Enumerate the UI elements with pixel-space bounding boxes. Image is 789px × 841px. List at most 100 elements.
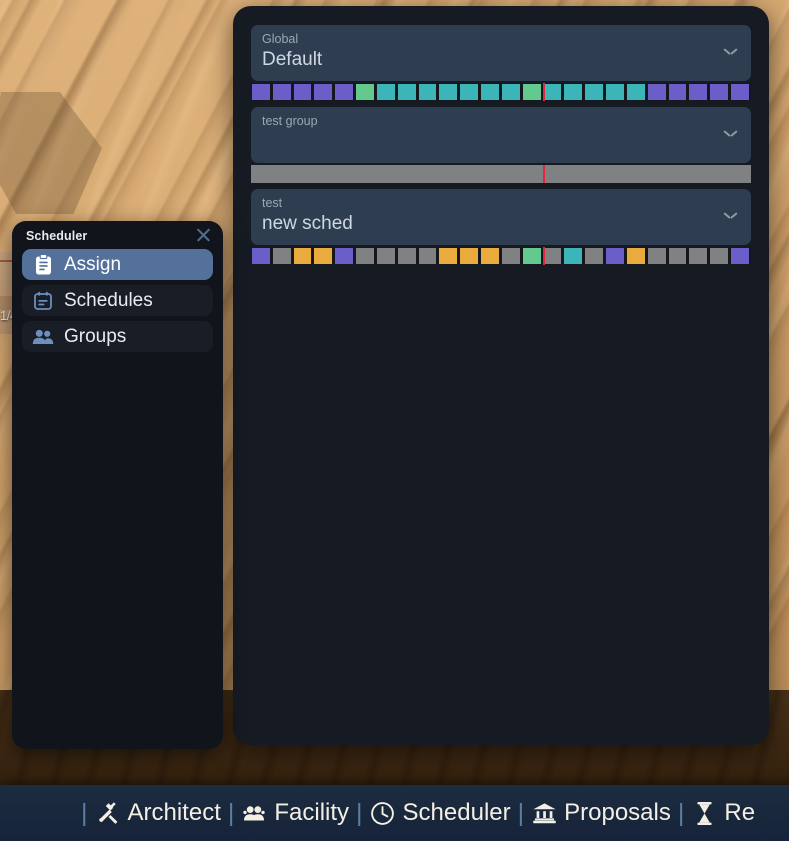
schedule-cell[interactable]	[271, 247, 292, 265]
taskbar-label: Scheduler	[402, 799, 511, 826]
schedule-cell[interactable]	[251, 83, 271, 101]
menu-item-label: Assign	[64, 253, 122, 275]
taskbar-item-scheduler[interactable]: Scheduler	[370, 800, 511, 826]
schedule-cell[interactable]	[521, 247, 542, 265]
taskbar-label: Facility	[274, 799, 350, 826]
schedule-cell[interactable]	[584, 247, 605, 265]
schedule-strip-test-group[interactable]	[251, 165, 751, 183]
schedule-cell[interactable]	[500, 247, 521, 265]
schedule-cell[interactable]	[563, 247, 584, 265]
chevron-down-icon[interactable]	[724, 129, 737, 137]
scheduler-window: Scheduler Assign Schedules Groups	[12, 221, 223, 749]
schedule-cell[interactable]	[667, 83, 688, 101]
schedule-cell[interactable]	[646, 83, 667, 101]
schedule-selector-test-group[interactable]: test group	[251, 107, 751, 163]
schedule-cell[interactable]	[584, 83, 605, 101]
taskbar-label: Proposals	[564, 799, 671, 826]
calendar-icon	[30, 289, 56, 313]
schedule-row: Global Default	[251, 25, 751, 101]
bank-icon	[531, 800, 557, 826]
menu-item-assign[interactable]: Assign	[22, 249, 213, 280]
taskbar-item-research[interactable]: Re	[691, 800, 755, 826]
bottom-taskbar: | Architect | Facility | Scheduler | Pro…	[0, 785, 789, 841]
schedule-cell[interactable]	[730, 83, 750, 101]
taskbar-label: Architect	[127, 799, 221, 826]
assign-panel: Global Default test group test new sched	[233, 6, 769, 745]
schedule-cell[interactable]	[480, 247, 500, 265]
taskbar-separator: |	[227, 798, 235, 827]
people-icon	[30, 325, 56, 349]
schedule-cell[interactable]	[480, 83, 500, 101]
schedule-cell[interactable]	[500, 83, 521, 101]
schedule-cell[interactable]	[313, 83, 334, 101]
schedule-cell[interactable]	[667, 247, 688, 265]
schedule-row: test new sched	[251, 189, 751, 265]
schedule-cell[interactable]	[355, 247, 375, 265]
schedule-selector-global[interactable]: Global Default	[251, 25, 751, 81]
schedule-cell[interactable]	[396, 247, 417, 265]
screen: 1/4 Global Default test group test new s…	[0, 0, 789, 841]
taskbar-separator: |	[517, 798, 525, 827]
schedule-cell[interactable]	[438, 247, 459, 265]
close-icon[interactable]	[195, 226, 212, 243]
menu-item-label: Schedules	[64, 289, 153, 311]
schedule-cell[interactable]	[542, 247, 563, 265]
taskbar-item-facility[interactable]: Facility	[241, 800, 349, 826]
taskbar-item-architect[interactable]: Architect	[95, 800, 221, 826]
taskbar-separator: |	[356, 798, 363, 827]
playhead-marker	[542, 165, 545, 183]
schedule-cell[interactable]	[292, 247, 313, 265]
people-icon	[241, 800, 267, 826]
chevron-down-icon[interactable]	[724, 211, 737, 219]
group-label: Global	[262, 32, 299, 46]
schedule-cell[interactable]	[313, 247, 334, 265]
schedule-cell[interactable]	[251, 247, 271, 265]
taskbar-label: Re	[724, 799, 756, 826]
schedule-cell[interactable]	[292, 83, 313, 101]
schedule-cell[interactable]	[563, 83, 584, 101]
schedule-cell[interactable]	[709, 83, 730, 101]
schedule-name: new sched	[262, 213, 353, 234]
schedule-cell[interactable]	[730, 247, 750, 265]
schedule-cell[interactable]	[417, 247, 438, 265]
schedule-cell[interactable]	[355, 83, 375, 101]
schedule-cell[interactable]	[438, 83, 459, 101]
schedule-cell[interactable]	[688, 247, 709, 265]
schedule-cell[interactable]	[375, 247, 396, 265]
schedule-cell[interactable]	[396, 83, 417, 101]
schedule-cell[interactable]	[646, 247, 667, 265]
schedule-strip-global[interactable]	[251, 83, 751, 101]
schedule-cell[interactable]	[459, 247, 480, 265]
schedule-cell[interactable]	[417, 83, 438, 101]
clock-icon	[370, 800, 396, 826]
menu-item-groups[interactable]: Groups	[22, 321, 213, 352]
schedule-cell[interactable]	[605, 247, 625, 265]
scheduler-menu: Assign Schedules Groups	[12, 245, 223, 352]
schedule-cell[interactable]	[605, 83, 625, 101]
schedule-cell[interactable]	[334, 83, 355, 101]
menu-item-schedules[interactable]: Schedules	[22, 285, 213, 316]
schedule-assignment-list: Global Default test group test new sched	[251, 25, 751, 271]
schedule-cell[interactable]	[271, 83, 292, 101]
schedule-strip-test[interactable]	[251, 247, 751, 265]
schedule-name: Default	[262, 49, 323, 70]
schedule-cell[interactable]	[542, 83, 563, 101]
schedule-cell[interactable]	[709, 247, 730, 265]
window-titlebar: Scheduler	[12, 221, 223, 245]
schedule-selector-test[interactable]: test new sched	[251, 189, 751, 245]
schedule-cell[interactable]	[334, 247, 355, 265]
schedule-cell[interactable]	[459, 83, 480, 101]
clipboard-icon	[30, 253, 56, 277]
taskbar-separator: |	[677, 798, 685, 827]
schedule-cell[interactable]	[625, 83, 646, 101]
schedule-cell[interactable]	[375, 83, 396, 101]
group-label: test	[262, 196, 283, 210]
hourglass-icon	[691, 800, 717, 826]
schedule-row: test group	[251, 107, 751, 183]
schedule-cell[interactable]	[688, 83, 709, 101]
schedule-cell[interactable]	[521, 83, 542, 101]
menu-item-label: Groups	[64, 325, 127, 347]
chevron-down-icon[interactable]	[724, 47, 737, 55]
schedule-cell[interactable]	[625, 247, 646, 265]
taskbar-item-proposals[interactable]: Proposals	[531, 800, 671, 826]
